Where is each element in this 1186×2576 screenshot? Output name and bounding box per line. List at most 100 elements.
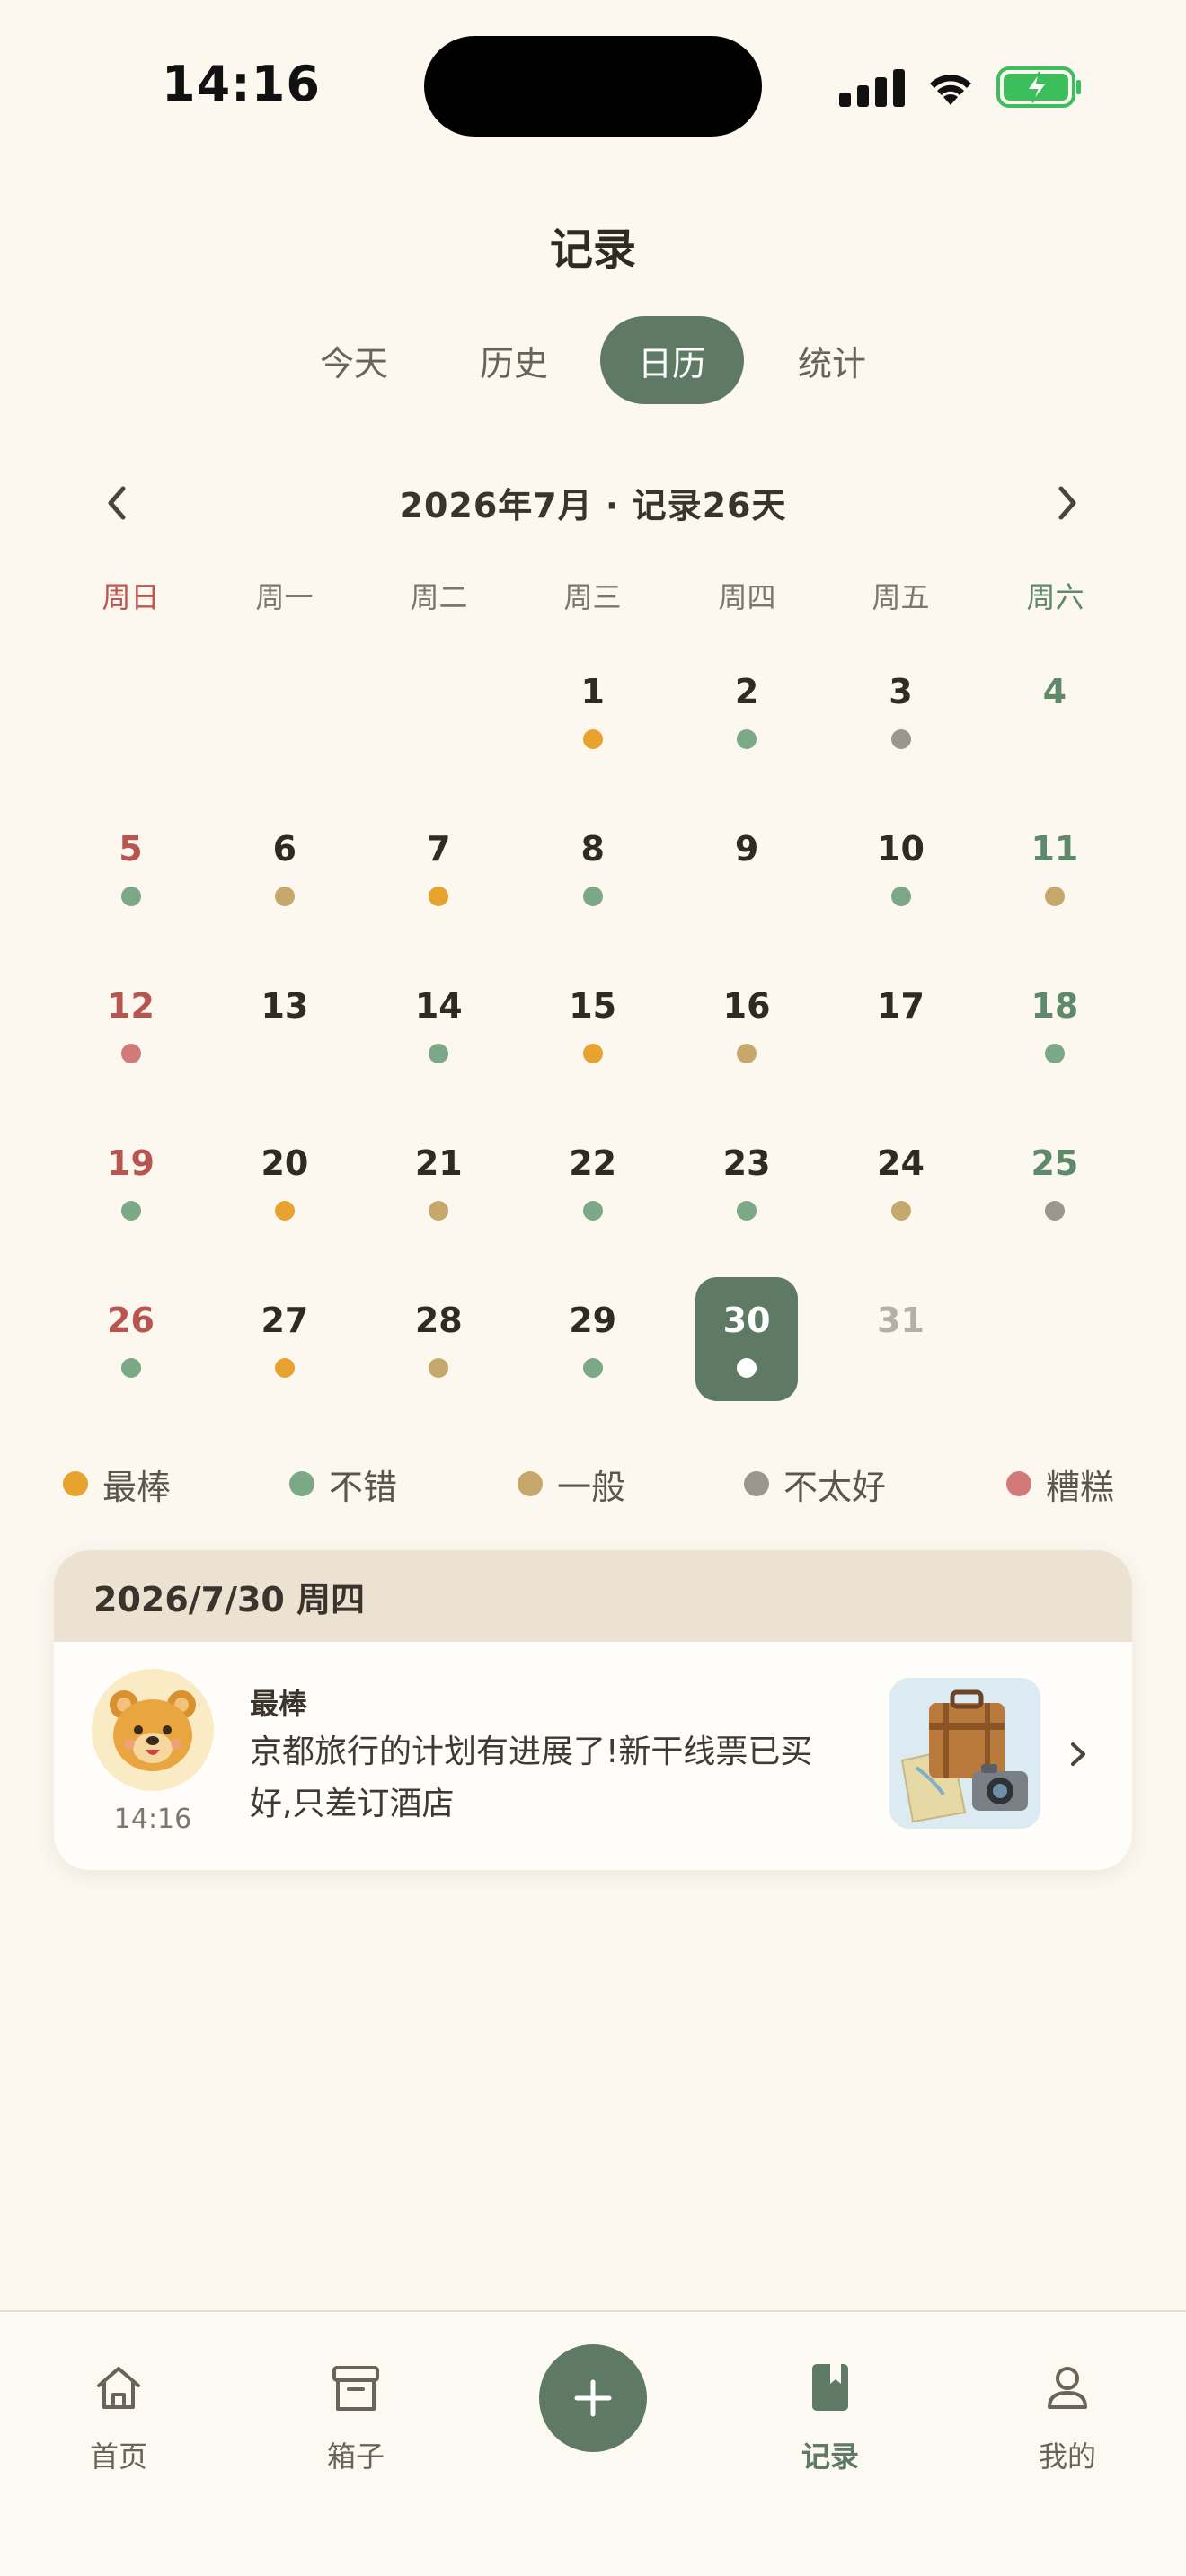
mood-dot: [429, 1358, 449, 1378]
calendar-day[interactable]: 25: [978, 1120, 1131, 1277]
legend-item-best: 最棒: [63, 1457, 171, 1511]
day-number: 30: [722, 1301, 771, 1340]
calendar-day[interactable]: 11: [978, 806, 1131, 963]
weekday-label: 周四: [718, 580, 776, 614]
calendar-day[interactable]: 22: [516, 1120, 669, 1277]
calendar-day[interactable]: 5: [54, 806, 208, 963]
calendar-day[interactable]: 18: [978, 963, 1131, 1120]
calendar-day[interactable]: 17: [824, 963, 978, 1120]
mood-dot: [429, 887, 449, 906]
calendar-day[interactable]: 16: [670, 963, 824, 1120]
tab-history[interactable]: 历史: [442, 316, 586, 404]
day-number: 28: [414, 1301, 463, 1340]
mood-dot: [890, 1201, 911, 1221]
mood-dot: [744, 1471, 769, 1496]
battery-charging-icon: [996, 66, 1081, 108]
day-number: 29: [569, 1301, 617, 1340]
mood-dot: [289, 1471, 314, 1496]
legend-label: 一般: [557, 1467, 626, 1507]
mood-dot: [429, 1201, 449, 1221]
calendar-day-selected[interactable]: 30: [670, 1277, 824, 1434]
calendar-day[interactable]: 24: [824, 1120, 978, 1277]
bottom-tab-bar: 首页 箱子 记录 我的: [0, 2310, 1186, 2576]
mood-dot: [737, 1358, 757, 1378]
mood-dot: [890, 887, 911, 906]
calendar-day[interactable]: 26: [54, 1277, 208, 1434]
calendar-day[interactable]: 29: [516, 1277, 669, 1434]
calendar-day[interactable]: 10: [824, 806, 978, 963]
day-number: 1: [580, 672, 605, 711]
month-title: 2026年7月 · 记录26天: [399, 486, 787, 525]
mood-dot: [582, 1201, 603, 1221]
home-icon: [97, 2367, 140, 2409]
calendar-day[interactable]: 28: [362, 1277, 516, 1434]
calendar-day[interactable]: 14: [362, 963, 516, 1120]
day-number: 2: [734, 672, 759, 711]
day-number: 10: [877, 829, 925, 869]
mood-dot: [1044, 1201, 1065, 1221]
day-number: 11: [1031, 829, 1079, 869]
day-number: 6: [272, 829, 297, 869]
mood-dot: [737, 729, 757, 749]
plus-icon: [574, 2379, 612, 2417]
mood-dot: [890, 729, 911, 749]
tabbar-item-me[interactable]: 我的: [996, 2344, 1139, 2488]
status-icons: [839, 65, 1083, 110]
mood-dot: [429, 1044, 449, 1063]
calendar-day[interactable]: 15: [516, 963, 669, 1120]
suitcase-map-camera-icon[interactable]: [890, 1678, 1040, 1829]
day-number: 5: [119, 829, 143, 869]
tabbar-item-box[interactable]: 箱子: [284, 2344, 428, 2488]
calendar-day[interactable]: 19: [54, 1120, 208, 1277]
day-number: 18: [1031, 986, 1079, 1026]
day-number: 25: [1031, 1143, 1079, 1183]
calendar-day[interactable]: 7: [362, 806, 516, 963]
day-number: 22: [569, 1143, 617, 1183]
day-number: 8: [580, 829, 605, 869]
status-time: 14:16: [162, 56, 321, 112]
tabbar-item-records[interactable]: 记录: [758, 2344, 902, 2488]
diary-entry[interactable]: 14:16 最棒 京都旅行的计划有进展了!新干线票已买好,只差订酒店: [54, 1642, 1132, 1870]
calendar-day[interactable]: 2: [670, 648, 824, 806]
legend-label: 糟糕: [1046, 1467, 1115, 1507]
calendar-day[interactable]: 31: [824, 1277, 978, 1434]
tabbar-label: 记录: [801, 2439, 859, 2474]
mood-dot: [582, 1358, 603, 1378]
calendar-day[interactable]: 3: [824, 648, 978, 806]
calendar-day[interactable]: 23: [670, 1120, 824, 1277]
weekday-label: 周日: [102, 580, 160, 614]
calendar-day[interactable]: 9: [670, 806, 824, 963]
day-number: 3: [889, 672, 913, 711]
day-number: 16: [722, 986, 771, 1026]
tabbar-item-home[interactable]: 首页: [47, 2344, 190, 2488]
weekday-header: 周日 周一 周二 周三 周四 周五 周六: [54, 575, 1132, 625]
calendar-day[interactable]: 4: [978, 648, 1131, 806]
next-month-button[interactable]: [1040, 476, 1094, 530]
tab-today[interactable]: 今天: [282, 316, 426, 404]
calendar-day[interactable]: 27: [208, 1277, 361, 1434]
segmented-tabs: 今天 历史 日历 统计: [0, 316, 1186, 404]
day-number: 9: [734, 829, 759, 869]
day-number: 20: [261, 1143, 309, 1183]
tabbar-label: 我的: [1038, 2439, 1096, 2474]
calendar-day[interactable]: 20: [208, 1120, 361, 1277]
calendar-day[interactable]: 21: [362, 1120, 516, 1277]
day-number: 17: [877, 986, 925, 1026]
mood-dot: [737, 1201, 757, 1221]
add-entry-button[interactable]: [539, 2344, 647, 2452]
mood-dot: [274, 1358, 295, 1378]
weekday-label: 周三: [563, 580, 622, 614]
bear-face-icon: [92, 1669, 214, 1791]
bookmark-book-icon: [812, 2364, 848, 2411]
tab-stats[interactable]: 统计: [760, 316, 904, 404]
calendar-day[interactable]: 8: [516, 806, 669, 963]
calendar-day[interactable]: 1: [516, 648, 669, 806]
mood-legend: 最棒 不错 一般 不太好 糟糕: [0, 1457, 1186, 1511]
mood-dot: [120, 887, 141, 906]
calendar-day[interactable]: 12: [54, 963, 208, 1120]
legend-label: 不错: [329, 1467, 398, 1507]
tab-calendar[interactable]: 日历: [600, 316, 744, 404]
calendar-day[interactable]: 13: [208, 963, 361, 1120]
calendar-day[interactable]: 6: [208, 806, 361, 963]
entry-text: 京都旅行的计划有进展了!新干线票已买好,只差订酒店: [250, 1734, 813, 1822]
